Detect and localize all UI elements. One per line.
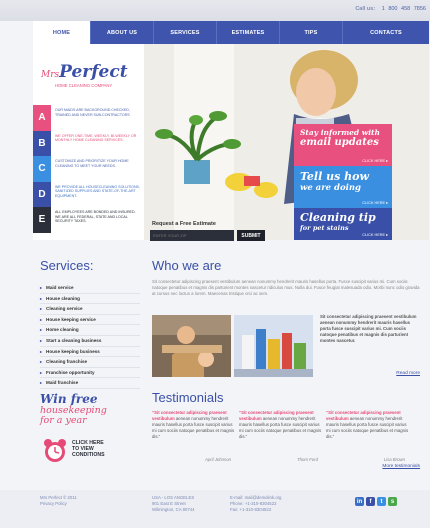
who-title: Who we are bbox=[152, 258, 222, 273]
win-line1: Win free bbox=[40, 392, 98, 406]
testimonial: “Sit consectetur adipiscing praesent ves… bbox=[152, 410, 235, 462]
promo-email-updates[interactable]: Stay informed with email updates CLICK H… bbox=[294, 124, 392, 166]
service-link[interactable]: House keeping business bbox=[40, 347, 140, 358]
service-link[interactable]: Maid franchise bbox=[40, 378, 140, 389]
win-free-promo[interactable]: Win free housekeeping for a year CLICK H… bbox=[40, 392, 140, 462]
feature-text: WE OFFER ONE-TIME, WEEKLY, BI-WEEKLY OR … bbox=[55, 133, 137, 143]
feature-text: ALL EMPLOYEES ARE BONDED AND INSURED. WE… bbox=[55, 210, 136, 223]
nav-tips[interactable]: TIPS bbox=[280, 21, 343, 44]
phone-part[interactable]: 1 bbox=[382, 6, 385, 12]
service-link[interactable]: Franchise opportunity bbox=[40, 368, 140, 379]
call-us-label: Call us: bbox=[355, 6, 376, 12]
promo-click-here[interactable]: CLICK HERE ▸ bbox=[362, 200, 388, 205]
call-us: Call us: 1 800 458 7856 bbox=[355, 6, 426, 12]
feature-text: OUR MAIDS ARE BACKGROUND CHECKED, TRAINE… bbox=[55, 108, 130, 117]
testimonials-section: Testimonials “Sit consectetur adipiscing… bbox=[152, 390, 422, 469]
page: Call us: 1 800 458 7856 HOME ABOUT US SE… bbox=[0, 0, 430, 528]
testimonial: “Sit consectetur adipiscing praesent ves… bbox=[326, 410, 409, 462]
footer-copyright: Mrs Perfect © 2011 Privacy Policy bbox=[40, 495, 77, 507]
service-link[interactable]: Cleaning service bbox=[40, 304, 140, 315]
nav-home[interactable]: HOME bbox=[33, 21, 91, 44]
testimonials-list: “Sit consectetur adipiscing praesent ves… bbox=[152, 410, 422, 462]
feature-letter: E bbox=[33, 207, 51, 233]
testimonial-author: April Johnson bbox=[204, 457, 231, 462]
nav-about-us[interactable]: ABOUT US bbox=[91, 21, 154, 44]
feature-text: WE PROVIDE ALL HOUSECLEANING SOLUTIONS, … bbox=[55, 184, 140, 198]
phone-part[interactable]: 458 bbox=[401, 6, 410, 12]
feature-row: B WE OFFER ONE-TIME, WEEKLY, BI-WEEKLY O… bbox=[33, 130, 144, 156]
feature-row: E ALL EMPLOYEES ARE BONDED AND INSURED. … bbox=[33, 207, 144, 233]
who-we-are-section: Who we are Sit consectetur adipiscing pr… bbox=[152, 258, 422, 377]
services-title: Services: bbox=[40, 258, 94, 273]
promo-line1: Cleaning tip bbox=[300, 211, 376, 224]
logo[interactable]: MrsPerfect HOME CLEANING COMPANY bbox=[41, 62, 128, 88]
logo-perfect: Perfect bbox=[59, 62, 128, 82]
footer-address: USA - LOS ANGELES 901 East E Street Wilm… bbox=[152, 495, 195, 513]
social-links: in f t s bbox=[355, 497, 397, 506]
testimonial: “Sit consectetur adipiscing praesent ves… bbox=[239, 410, 322, 462]
footer-contact: E-mail: mail@demolink.org Phone: +1-310-… bbox=[230, 495, 281, 513]
feature-row: A OUR MAIDS ARE BACKGROUND CHECKED, TRAI… bbox=[33, 105, 144, 131]
zip-input[interactable] bbox=[150, 230, 234, 241]
nav-estimates[interactable]: ESTIMATES bbox=[217, 21, 280, 44]
testimonial-author: Lisa Brown bbox=[383, 457, 405, 462]
win-line3: for a year bbox=[40, 415, 87, 426]
feature-letter: A bbox=[33, 105, 51, 131]
service-link[interactable]: Home cleaning bbox=[40, 325, 140, 336]
promo-line2: for pet stains bbox=[300, 224, 349, 232]
feature-row: C CUSTOMIZE AND PRIORITIZE YOUR HOME CLE… bbox=[33, 156, 144, 182]
services-section: Services: Maid service House cleaning Cl… bbox=[40, 258, 140, 389]
promo-line1: Tell us how bbox=[300, 170, 369, 183]
twitter-icon[interactable]: t bbox=[377, 497, 386, 506]
service-link[interactable]: Start a cleaning business bbox=[40, 336, 140, 347]
privacy-policy-link[interactable]: Privacy Policy bbox=[40, 501, 77, 507]
phone-part[interactable]: 7856 bbox=[414, 6, 426, 12]
photo-carpet bbox=[152, 315, 231, 377]
promo-line2: we are doing bbox=[300, 183, 362, 193]
alarm-clock-icon bbox=[44, 439, 66, 462]
feature-letter: D bbox=[33, 181, 51, 207]
read-more-link[interactable]: Read more bbox=[396, 371, 420, 376]
promo-cleaning-tip[interactable]: Cleaning tip for pet stains CLICK HERE ▸ bbox=[294, 208, 392, 240]
promo-click-here[interactable]: CLICK HERE ▸ bbox=[362, 232, 388, 237]
promo-line2: email updates bbox=[300, 137, 379, 148]
top-bar: Call us: 1 800 458 7856 bbox=[0, 0, 430, 21]
logo-mrs: Mrs bbox=[41, 70, 60, 80]
submit-button[interactable]: SUBMIT bbox=[237, 230, 265, 241]
feature-letter: B bbox=[33, 130, 51, 156]
more-testimonials-link[interactable]: More testimonials bbox=[382, 464, 420, 469]
contact-fax: Fax: +1-310-8304522 bbox=[230, 507, 272, 512]
promo-tell-us[interactable]: Tell us how we are doing CLICK HERE ▸ bbox=[294, 166, 392, 208]
estimate-label: Request a Free Estimate bbox=[152, 221, 216, 227]
logo-tagline: HOME CLEANING COMPANY bbox=[55, 83, 113, 88]
nav-services[interactable]: SERVICES bbox=[154, 21, 217, 44]
hero-banner: Stay informed with email updates CLICK H… bbox=[144, 44, 429, 240]
address-line: Wilmington, CA 90744 bbox=[152, 507, 195, 512]
feature-row: D WE PROVIDE ALL HOUSECLEANING SOLUTIONS… bbox=[33, 181, 144, 207]
testimonial-author: Thom Ford bbox=[296, 457, 318, 462]
feature-text: CUSTOMIZE AND PRIORITIZE YOUR HOME CLEAN… bbox=[55, 159, 129, 168]
left-column: MrsPerfect HOME CLEANING COMPANY A OUR M… bbox=[33, 44, 144, 240]
promo-click-here[interactable]: CLICK HERE ▸ bbox=[362, 158, 388, 163]
feature-letter: C bbox=[33, 156, 51, 182]
testimonials-title: Testimonials bbox=[152, 390, 224, 405]
facebook-icon[interactable]: f bbox=[366, 497, 375, 506]
footer: Mrs Perfect © 2011 Privacy Policy USA - … bbox=[0, 490, 430, 528]
skype-icon[interactable]: s bbox=[388, 497, 397, 506]
service-link[interactable]: Cleaning franchise bbox=[40, 357, 140, 368]
photo-supplies bbox=[234, 315, 313, 377]
service-link[interactable]: Maid service bbox=[40, 283, 140, 294]
service-link[interactable]: House keeping service bbox=[40, 315, 140, 326]
who-side-text: Sit consectetur adipiscing praesent vest… bbox=[320, 314, 417, 343]
feature-list: A OUR MAIDS ARE BACKGROUND CHECKED, TRAI… bbox=[33, 105, 144, 233]
phone-part[interactable]: 800 bbox=[388, 6, 397, 12]
service-link[interactable]: House cleaning bbox=[40, 294, 140, 305]
promo-line1: Stay informed with bbox=[300, 128, 380, 137]
who-text: Sit consectetur adipiscing praesent vest… bbox=[152, 279, 420, 296]
main-nav: HOME ABOUT US SERVICES ESTIMATES TIPS CO… bbox=[33, 21, 429, 44]
linkedin-icon[interactable]: in bbox=[355, 497, 364, 506]
click-line: CONDITIONS bbox=[72, 452, 105, 458]
view-conditions-link[interactable]: CLICK HERE TO VIEW CONDITIONS bbox=[72, 440, 105, 458]
nav-contacts[interactable]: CONTACTS bbox=[343, 21, 429, 44]
